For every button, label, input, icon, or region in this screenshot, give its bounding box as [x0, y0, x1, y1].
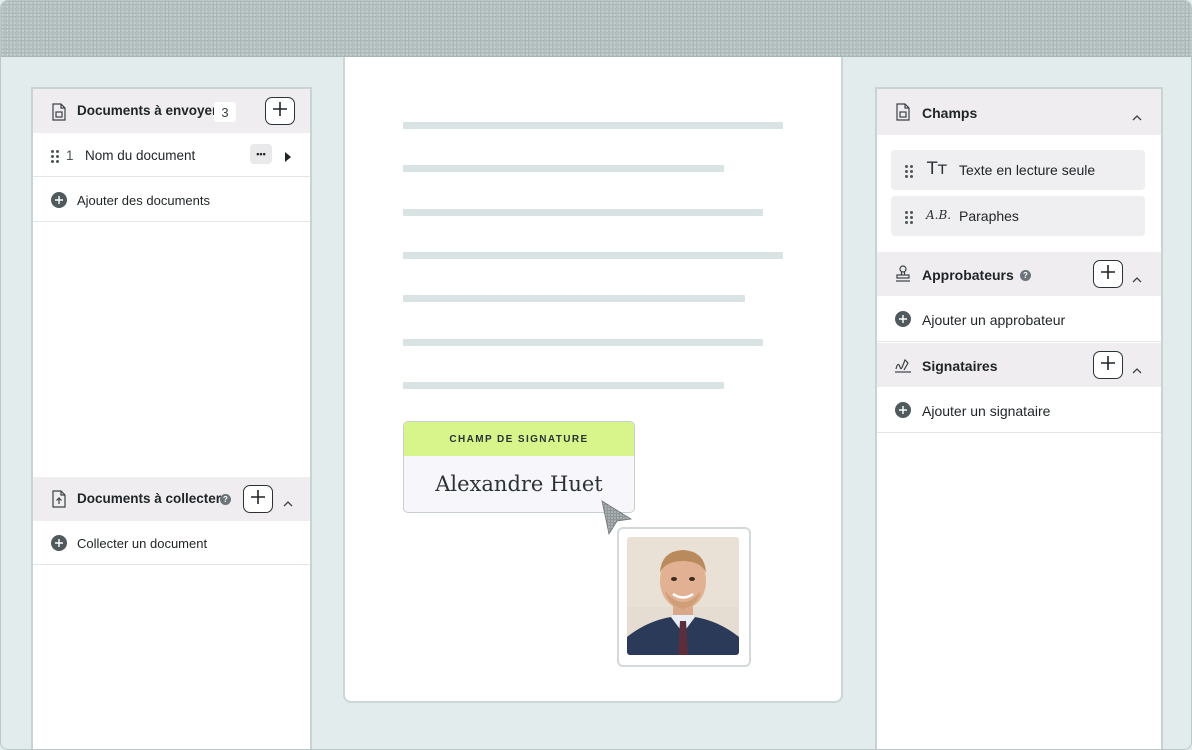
chevron-up-icon[interactable]: [283, 494, 293, 512]
collect-document-label: Collecter un document: [77, 536, 208, 551]
add-approver-button[interactable]: [1093, 260, 1123, 288]
fields-panel: Champs Tт Texte en lecture seule A.B. Pa…: [875, 87, 1163, 749]
drag-handle-icon[interactable]: [905, 165, 913, 178]
add-signer-row[interactable]: Ajouter un signataire: [877, 387, 1161, 433]
plus-icon: [1100, 264, 1116, 285]
document-icon: [51, 103, 67, 126]
stamp-icon: [895, 265, 911, 287]
add-circle-icon: [51, 535, 67, 551]
approvers-title: Approbateurs: [922, 267, 1014, 283]
initials-icon: A.B.: [926, 208, 952, 222]
document-preview: CHAMP DE SIGNATURE Alexandre Huet: [343, 57, 843, 703]
add-collect-document-button[interactable]: [243, 485, 273, 513]
more-options-button[interactable]: •••: [250, 144, 272, 164]
document-name: Nom du document: [85, 148, 196, 163]
text-line-placeholder: [403, 382, 724, 389]
add-circle-icon: [895, 311, 911, 327]
field-item-label: Paraphes: [959, 208, 1019, 224]
field-item-initials[interactable]: A.B. Paraphes: [891, 196, 1145, 236]
top-bar: [1, 1, 1191, 57]
add-signer-button[interactable]: [1093, 351, 1123, 379]
collect-document-row[interactable]: Collecter un document: [33, 521, 310, 565]
field-item-text-readonly[interactable]: Tт Texte en lecture seule: [891, 150, 1145, 190]
avatar: [627, 537, 739, 655]
app-frame: Documents à envoyer 3 1 Nom du document …: [0, 0, 1192, 750]
text-line-placeholder: [403, 252, 783, 259]
send-documents-title: Documents à envoyer: [77, 103, 218, 118]
collect-documents-title: Documents à collecter: [77, 491, 222, 506]
upload-document-icon: [51, 490, 67, 513]
approvers-header: Approbateurs ?: [877, 252, 1161, 296]
send-documents-header: Documents à envoyer 3: [33, 89, 310, 133]
chevron-up-icon[interactable]: [1132, 108, 1142, 126]
plus-icon: [1100, 355, 1116, 376]
add-signer-label: Ajouter un signataire: [922, 403, 1051, 419]
text-line-placeholder: [403, 165, 724, 172]
fields-title: Champs: [922, 105, 978, 121]
collect-documents-header: Documents à collecter ?: [33, 477, 310, 521]
drag-handle-icon[interactable]: [51, 150, 59, 163]
help-icon[interactable]: ?: [1020, 270, 1031, 281]
documents-count-badge: 3: [214, 102, 236, 122]
add-circle-icon: [895, 402, 911, 418]
signature-field-label: CHAMP DE SIGNATURE: [404, 422, 634, 456]
plus-icon: [250, 489, 266, 510]
signer-avatar-card: [617, 527, 751, 667]
text-line-placeholder: [403, 295, 745, 302]
documents-panel: Documents à envoyer 3 1 Nom du document …: [31, 87, 312, 749]
document-index: 1: [66, 148, 74, 163]
chevron-up-icon[interactable]: [1132, 270, 1142, 288]
add-circle-icon: [51, 192, 67, 208]
signers-title: Signataires: [922, 358, 998, 374]
drag-handle-icon[interactable]: [905, 211, 913, 224]
document-field-icon: [895, 103, 911, 126]
add-documents-row[interactable]: Ajouter des documents: [33, 178, 310, 222]
chevron-up-icon[interactable]: [1132, 361, 1142, 379]
add-approver-label: Ajouter un approbateur: [922, 312, 1066, 328]
add-approver-row[interactable]: Ajouter un approbateur: [877, 296, 1161, 342]
signers-header: Signataires: [877, 343, 1161, 387]
add-documents-label: Ajouter des documents: [77, 193, 210, 208]
document-row[interactable]: 1 Nom du document •••: [33, 133, 310, 177]
plus-icon: [272, 101, 288, 122]
fields-header: Champs: [877, 89, 1161, 135]
help-icon[interactable]: ?: [220, 494, 231, 505]
field-item-label: Texte en lecture seule: [959, 162, 1096, 178]
text-line-placeholder: [403, 339, 763, 346]
caret-right-icon[interactable]: [284, 149, 291, 167]
signature-pen-icon: [894, 357, 912, 378]
add-document-button[interactable]: [265, 97, 295, 125]
text-line-placeholder: [403, 209, 763, 216]
text-readonly-icon: Tт: [927, 159, 948, 179]
text-line-placeholder: [403, 122, 783, 129]
